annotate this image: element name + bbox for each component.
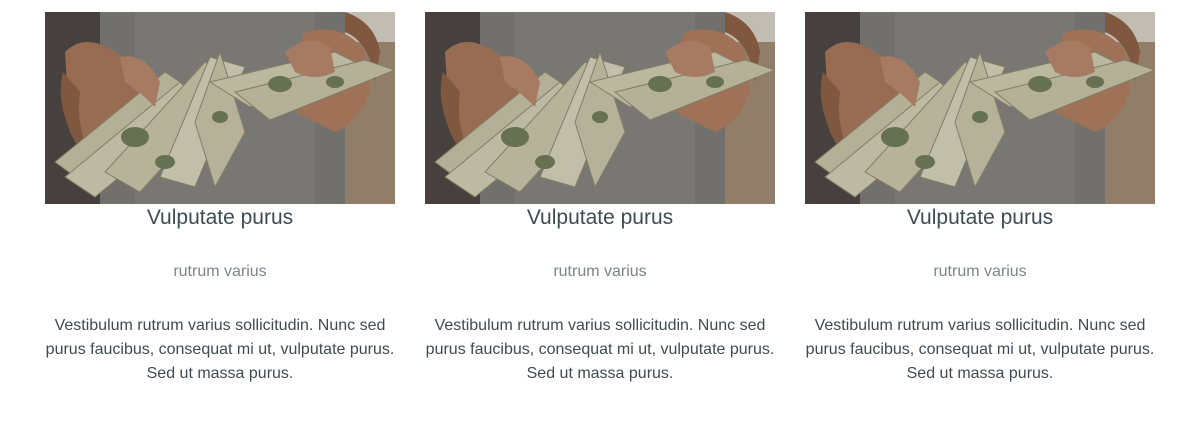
card-subtitle: rutrum varius — [553, 263, 647, 280]
card-subtitle: rutrum varius — [933, 263, 1027, 280]
card-description: Vestibulum rutrum varius sollicitudin. N… — [805, 317, 1155, 382]
feature-card: Vulputate purus rutrum varius Vestibulum… — [425, 12, 775, 386]
money-hands-image — [45, 12, 395, 204]
card-description: Vestibulum rutrum varius sollicitudin. N… — [45, 317, 395, 382]
money-hands-image — [425, 12, 775, 204]
feature-card: Vulputate purus rutrum varius Vestibulum… — [45, 12, 395, 386]
money-hands-image — [805, 12, 1155, 204]
card-title: Vulputate purus — [526, 206, 674, 229]
card-title: Vulputate purus — [906, 206, 1054, 229]
card-grid: Vulputate purus rutrum varius Vestibulum… — [0, 0, 1200, 431]
card-description: Vestibulum rutrum varius sollicitudin. N… — [425, 317, 775, 382]
card-subtitle: rutrum varius — [173, 263, 267, 280]
feature-card: Vulputate purus rutrum varius Vestibulum… — [805, 12, 1155, 386]
card-title: Vulputate purus — [146, 206, 294, 229]
